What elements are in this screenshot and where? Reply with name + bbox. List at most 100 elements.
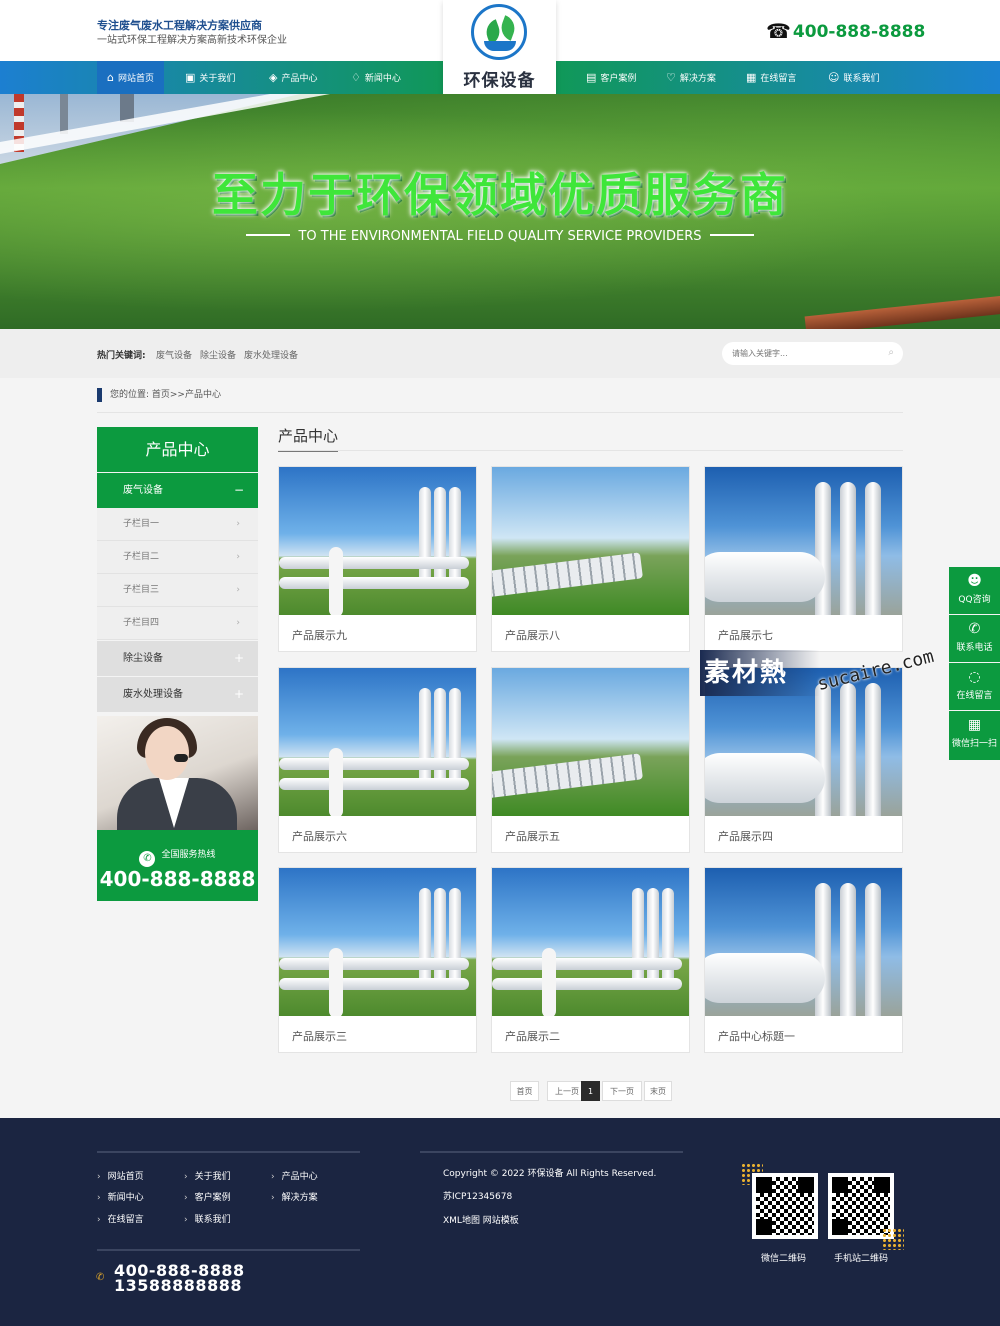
sidebar-cat-exhaust[interactable]: 废气设备 − xyxy=(97,473,258,508)
product-caption[interactable]: 产品中心标题一 xyxy=(718,1028,795,1044)
sidebar-hotline: ✆ 全国服务热线 400-888-8888 xyxy=(97,830,258,901)
product-image[interactable] xyxy=(279,467,476,615)
footer-link[interactable]: 关于我们 xyxy=(184,1169,231,1182)
nav-message[interactable]: ▦ 在线留言 xyxy=(746,61,796,94)
banner-line-right xyxy=(709,234,754,236)
footer-link[interactable]: 产品中心 xyxy=(271,1169,318,1182)
pager-first[interactable]: 首页 xyxy=(510,1081,539,1101)
float-message[interactable]: ◌ 在线留言 xyxy=(949,663,1000,710)
banner-title: 至力于环保领域优质服务商 xyxy=(212,168,788,222)
float-wechat-label: 微信扫一扫 xyxy=(951,739,997,749)
product-caption[interactable]: 产品展示二 xyxy=(505,1028,560,1044)
product-card[interactable]: 产品展示五 xyxy=(491,667,690,853)
keyword-link[interactable]: 废气设备 xyxy=(156,348,192,361)
product-image[interactable] xyxy=(492,868,689,1016)
qr-decoration xyxy=(882,1228,904,1250)
expand-icon: + xyxy=(233,651,244,665)
sidebar-cat-dust[interactable]: 除尘设备 + xyxy=(97,641,258,676)
footer-icp[interactable]: 苏ICP12345678 xyxy=(443,1189,512,1202)
customer-service-photo xyxy=(97,716,258,830)
float-wechat[interactable]: ▦ 微信扫一扫 xyxy=(949,711,1000,760)
product-caption[interactable]: 产品展示七 xyxy=(718,627,773,643)
footer-link[interactable]: 新闻中心 xyxy=(97,1190,144,1203)
product-card[interactable]: 产品展示八 xyxy=(491,466,690,652)
float-qq-label: QQ咨询 xyxy=(958,595,991,605)
tank-shape xyxy=(865,883,881,1016)
float-message-label: 在线留言 xyxy=(956,691,993,701)
tank-shape xyxy=(449,688,461,788)
product-caption[interactable]: 产品展示九 xyxy=(292,627,347,643)
headset-icon xyxy=(174,754,188,762)
nav-about-label: 关于我们 xyxy=(199,74,236,84)
nav-cases[interactable]: ▤ 客户案例 xyxy=(586,61,636,94)
product-card[interactable]: 产品展示七 xyxy=(704,466,903,652)
sidebar-sub-item[interactable]: 子栏目四 › xyxy=(97,607,258,640)
nav-news-label: 新闻中心 xyxy=(364,74,401,84)
chevron-right-icon: › xyxy=(236,618,240,628)
sidebar-sub-item[interactable]: 子栏目三 › xyxy=(97,574,258,607)
product-caption[interactable]: 产品展示八 xyxy=(505,627,560,643)
collapse-icon: − xyxy=(233,483,244,497)
product-image[interactable] xyxy=(705,868,902,1016)
pipe-shape xyxy=(279,577,469,589)
search-input[interactable] xyxy=(732,342,882,365)
product-image[interactable] xyxy=(279,668,476,816)
product-caption[interactable]: 产品展示五 xyxy=(505,828,560,844)
footer-sitemap[interactable]: XML地图 网站模板 xyxy=(443,1213,519,1226)
pager-current[interactable]: 1 xyxy=(581,1081,600,1101)
product-caption[interactable]: 产品展示四 xyxy=(718,828,773,844)
product-card[interactable]: 产品展示九 xyxy=(278,466,477,652)
sidebar-sub-item[interactable]: 子栏目二 › xyxy=(97,541,258,574)
banner-chimney-2 xyxy=(60,94,68,134)
tank-shape xyxy=(434,888,446,988)
nav-products[interactable]: ◈ 产品中心 xyxy=(269,61,317,94)
float-qq[interactable]: ☻ QQ咨询 xyxy=(949,567,1000,614)
nav-cases-label: 客户案例 xyxy=(600,74,637,84)
pipe-shape xyxy=(492,978,682,990)
product-card[interactable]: 产品中心标题一 xyxy=(704,867,903,1053)
logo-emblem xyxy=(471,4,527,60)
tank-shape xyxy=(647,888,659,988)
keyword-bar: 热门关键词: 废气设备 除尘设备 废水处理设备 ⌕ xyxy=(0,329,1000,378)
footer-link[interactable]: 解决方案 xyxy=(271,1190,318,1203)
tank-shape xyxy=(419,487,431,587)
product-caption[interactable]: 产品展示六 xyxy=(292,828,347,844)
product-image[interactable] xyxy=(492,668,689,816)
search-icon[interactable]: ⌕ xyxy=(888,347,894,358)
product-image[interactable] xyxy=(705,467,902,615)
pipe-shape xyxy=(705,753,825,803)
footer-link[interactable]: 客户案例 xyxy=(184,1190,231,1203)
footer-link[interactable]: 网站首页 xyxy=(97,1169,144,1182)
keyword-link[interactable]: 废水处理设备 xyxy=(244,348,298,361)
header-phone-number: 400-888-8888 xyxy=(792,22,926,42)
product-card[interactable]: 产品展示三 xyxy=(278,867,477,1053)
footer-link[interactable]: 联系我们 xyxy=(184,1212,231,1225)
pipe-shape xyxy=(279,557,469,569)
nav-news[interactable]: ♢ 新闻中心 xyxy=(351,61,401,94)
tank-shape xyxy=(662,888,674,988)
sidebar-cat-water[interactable]: 废水处理设备 + xyxy=(97,677,258,712)
product-image[interactable] xyxy=(279,868,476,1016)
chevron-right-icon: › xyxy=(236,552,240,562)
product-caption[interactable]: 产品展示三 xyxy=(292,1028,347,1044)
nav-contact[interactable]: ☺ 联系我们 xyxy=(828,61,879,94)
footer-link[interactable]: 在线留言 xyxy=(97,1212,144,1225)
pipeline-shape xyxy=(492,753,643,799)
product-card[interactable]: 产品展示六 xyxy=(278,667,477,853)
tank-shape xyxy=(840,482,856,615)
person-icon: ☺ xyxy=(828,71,840,84)
sidebar-sub-label: 子栏目三 xyxy=(123,585,160,595)
float-phone[interactable]: ✆ 联系电话 xyxy=(949,615,1000,662)
nav-home[interactable]: ⌂ 网站首页 xyxy=(97,61,164,94)
nav-solutions[interactable]: ♡ 解决方案 xyxy=(666,61,716,94)
pager-next[interactable]: 下一页 xyxy=(602,1081,642,1101)
product-card[interactable]: 产品展示二 xyxy=(491,867,690,1053)
sidebar-sub-item[interactable]: 子栏目一 › xyxy=(97,508,258,541)
pipe-shape xyxy=(279,958,469,970)
pipe-support xyxy=(329,547,343,615)
nav-about[interactable]: ▣ 关于我们 xyxy=(185,61,235,94)
banner-subtitle-text: TO THE ENVIRONMENTAL FIELD QUALITY SERVI… xyxy=(298,229,702,244)
product-image[interactable] xyxy=(492,467,689,615)
pager-last[interactable]: 末页 xyxy=(644,1081,672,1101)
keyword-link[interactable]: 除尘设备 xyxy=(200,348,236,361)
